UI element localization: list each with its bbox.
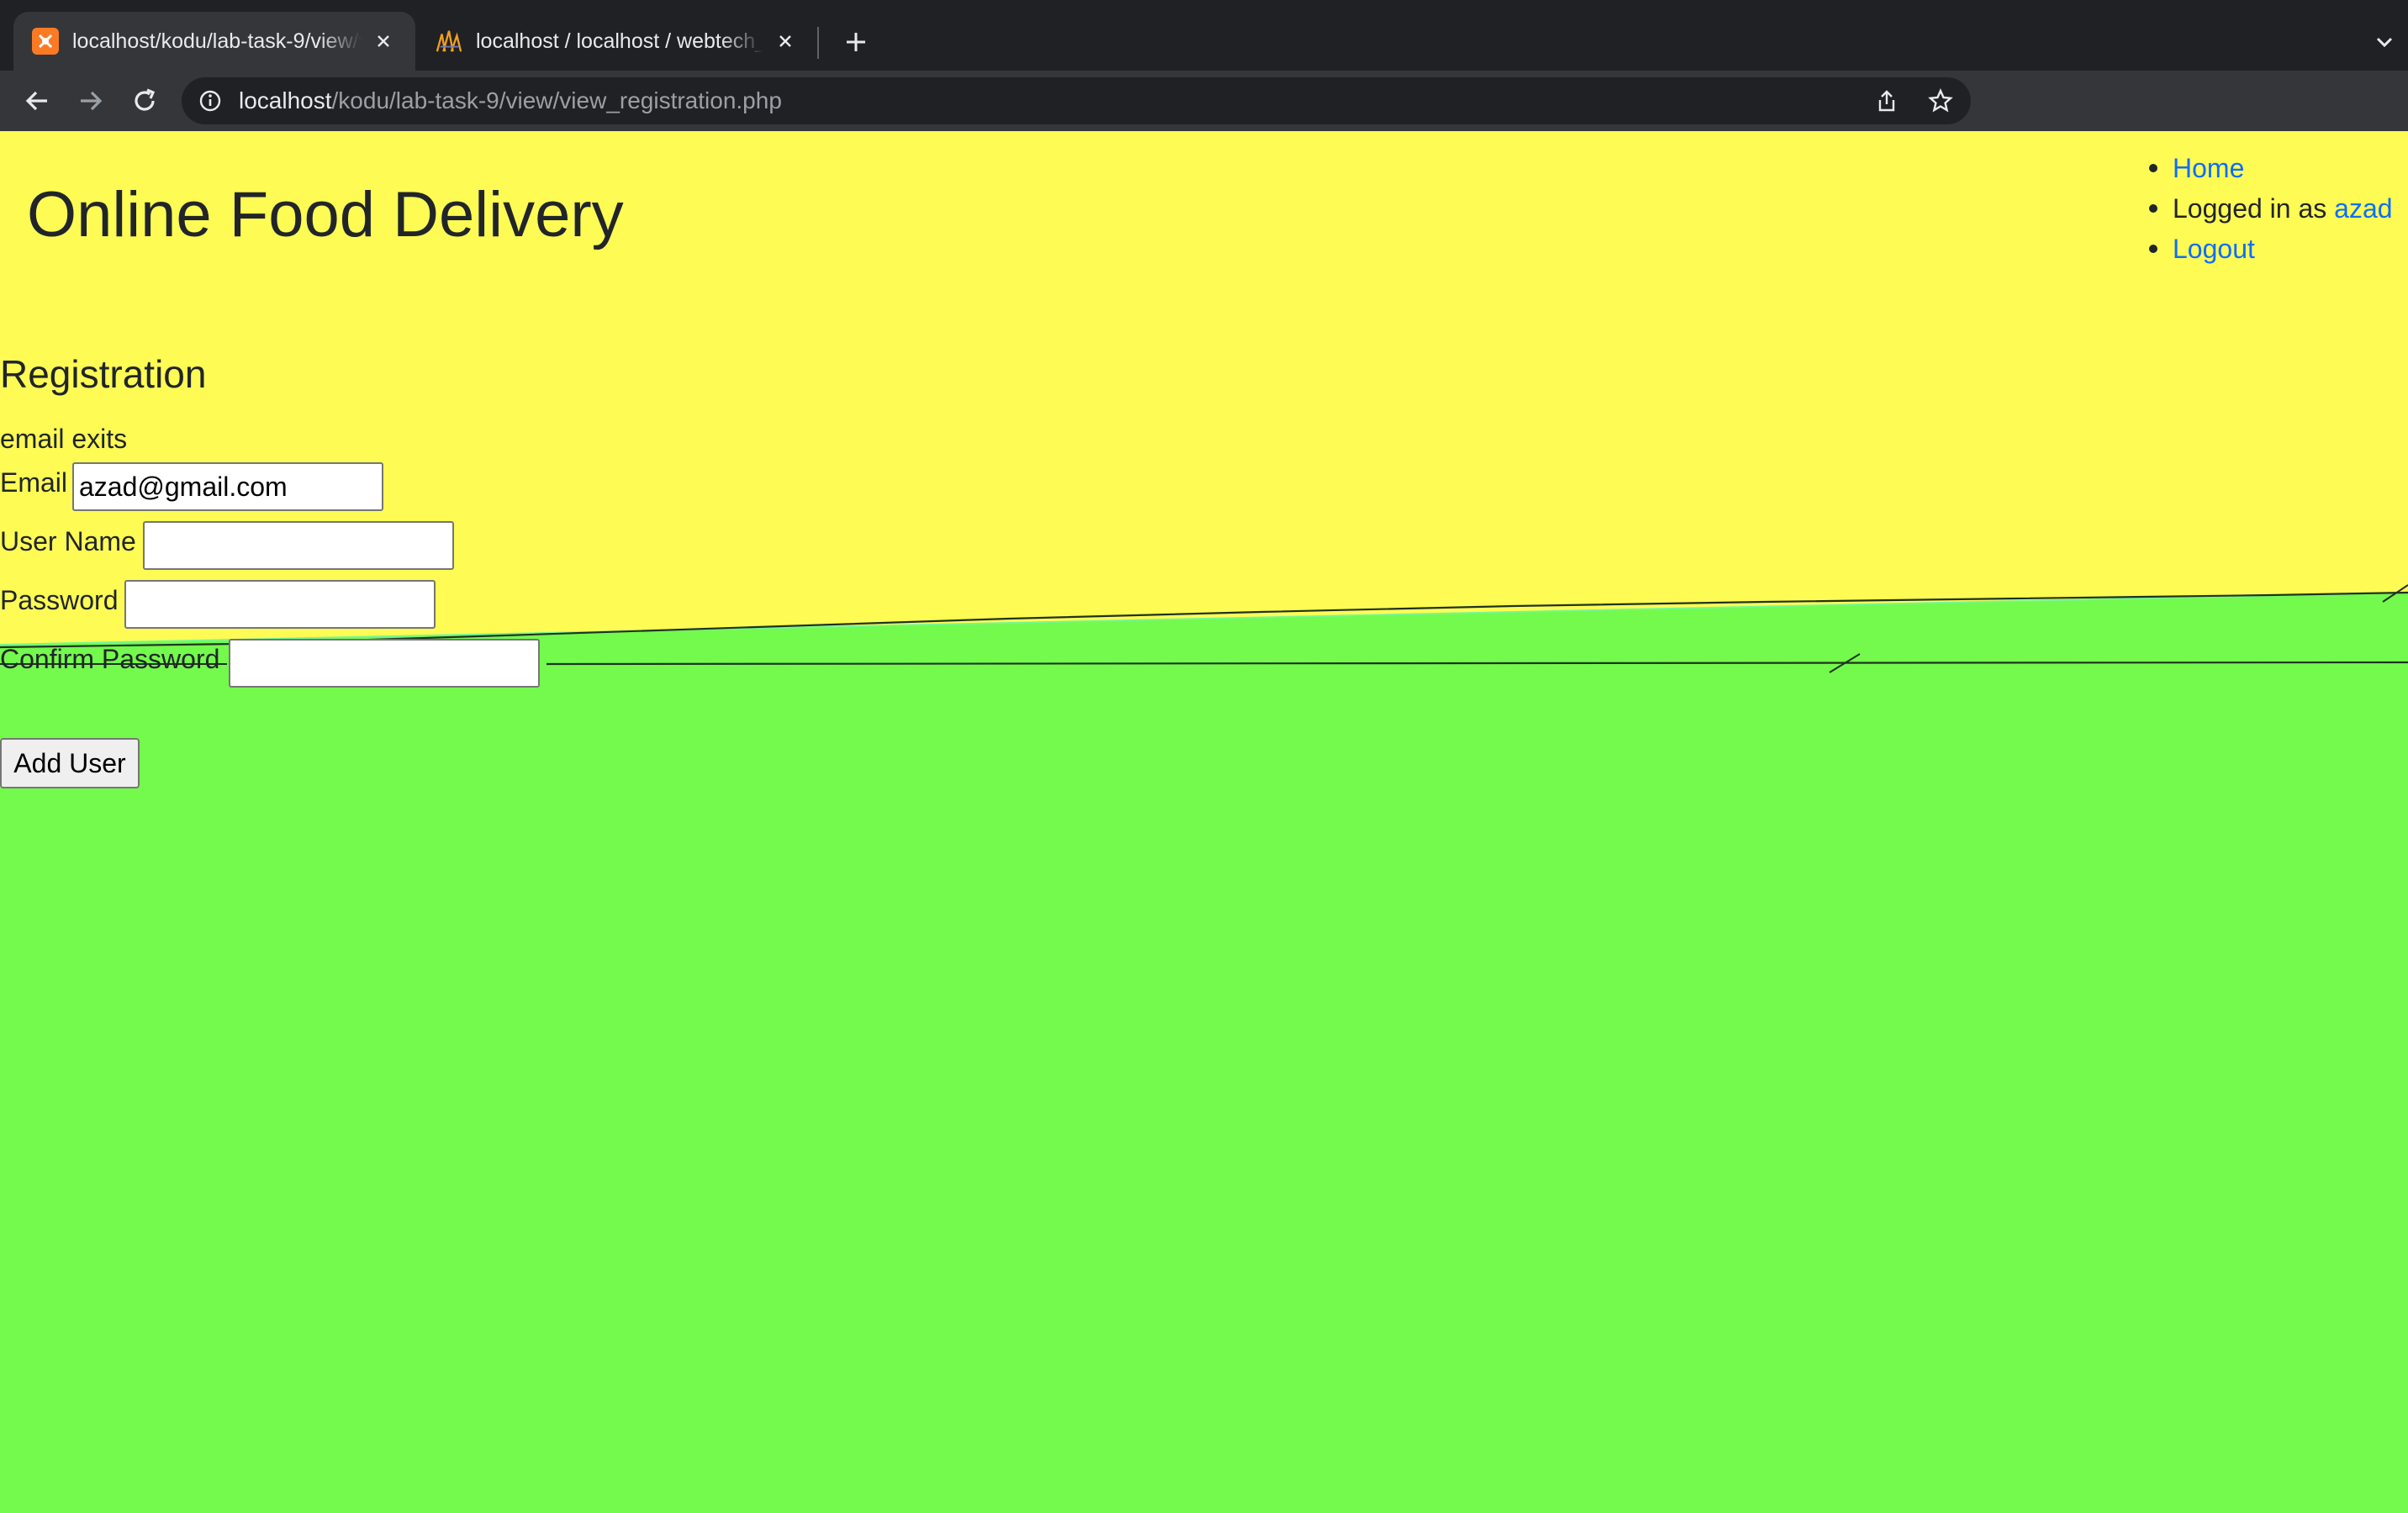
close-tab-icon[interactable]	[772, 28, 799, 55]
background-shapes	[0, 131, 2408, 1513]
error-message: email exits	[0, 424, 128, 454]
confirm-password-field[interactable]	[229, 639, 540, 688]
share-icon[interactable]	[1872, 86, 1902, 116]
tab-phpmyadmin[interactable]: localhost / localhost / webtech_lab_task…	[417, 12, 817, 71]
email-field[interactable]	[72, 462, 383, 511]
url-text[interactable]: localhost/kodu/lab-task-9/view/view_regi…	[239, 77, 782, 124]
password-label: Password	[0, 585, 119, 615]
password-field[interactable]	[124, 580, 436, 629]
new-tab-icon[interactable]	[839, 25, 873, 59]
username-label: User Name	[0, 526, 136, 556]
username-link[interactable]: azad	[2334, 193, 2392, 224]
tab-title: localhost / localhost / webtech_lab_task…	[476, 29, 763, 53]
nav-item-home: Home	[2142, 148, 2393, 188]
nav-item-user: Logged in as azad	[2142, 188, 2393, 229]
bookmark-star-icon[interactable]	[1925, 86, 1956, 116]
browser-toolbar: localhost/kodu/lab-task-9/view/view_regi…	[0, 71, 2408, 188]
add-user-button[interactable]: Add User	[0, 738, 140, 788]
tab-title: localhost/kodu/lab-task-9/view/view_regi…	[72, 29, 362, 53]
forward-arrow-icon[interactable]	[72, 82, 109, 119]
logged-in-text: Logged in as	[2173, 193, 2335, 224]
close-tab-icon[interactable]	[370, 28, 397, 55]
logout-link[interactable]: Logout	[2173, 234, 2255, 264]
url-host: localhost	[239, 87, 332, 113]
xampp-icon	[32, 28, 59, 55]
browser-window: localhost/kodu/lab-task-9/view/view_regi…	[0, 0, 2408, 1513]
site-title: Online Food Delivery	[27, 179, 624, 250]
address-bar[interactable]: localhost/kodu/lab-task-9/view/view_regi…	[182, 77, 1971, 124]
back-arrow-icon[interactable]	[18, 82, 55, 119]
registration-heading: Registration	[0, 352, 207, 396]
url-path: /kodu/lab-task-9/view/view_registration.…	[331, 87, 782, 113]
home-link[interactable]: Home	[2173, 153, 2244, 183]
chevron-down-icon[interactable]	[2368, 25, 2401, 59]
email-label: Email	[0, 467, 68, 498]
nav-item-logout: Logout	[2142, 229, 2393, 269]
confirm-password-label: Confirm Password	[0, 644, 220, 674]
username-field[interactable]	[143, 521, 454, 570]
phpmyadmin-icon	[436, 28, 462, 55]
site-info-icon[interactable]	[195, 86, 225, 116]
reload-icon[interactable]	[126, 82, 163, 119]
tab-strip: localhost/kodu/lab-task-9/view/view_regi…	[0, 0, 2408, 71]
tab-separator	[817, 27, 819, 59]
tab-registration[interactable]: localhost/kodu/lab-task-9/view/view_regi…	[13, 12, 415, 71]
top-nav: Home Logged in as azad Logout	[2142, 148, 2393, 269]
page-content: Online Food Delivery Home Logged in as a…	[0, 131, 2408, 1513]
